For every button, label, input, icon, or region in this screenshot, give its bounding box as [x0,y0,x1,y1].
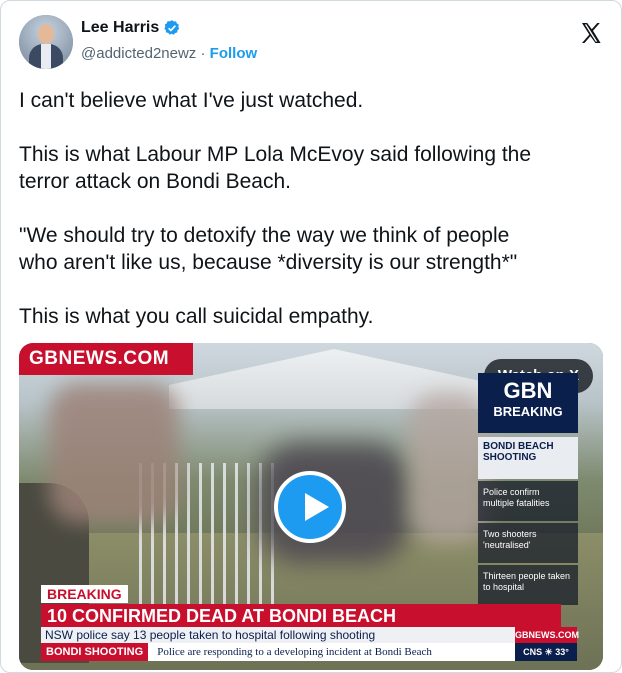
gbn-sidebar: GBN BREAKING BONDI BEACH SHOOTING Police… [478,373,578,605]
verified-badge-icon [164,20,180,35]
tweet-header: Lee Harris @addicted2newz · Follow [19,15,609,71]
tweet-text: I can't believe what I've just watched. … [19,87,609,357]
news-headline: 10 CONFIRMED DEAD AT BONDI BEACH [41,604,561,628]
breaking-tag: BREAKING [41,585,128,603]
lower-third: BREAKING 10 CONFIRMED DEAD AT BONDI BEAC… [41,585,561,628]
strip-text: Police are responding to a developing in… [157,646,432,658]
news-ticker: NSW police say 13 people taken to hospit… [41,627,535,643]
x-logo-icon[interactable] [579,21,603,45]
author-name[interactable]: Lee Harris [81,19,159,37]
side-story-item: Two shooters 'neutralised' [478,523,578,563]
avatar[interactable] [19,15,73,69]
video-player[interactable]: GBNEWS.COM Watch on X GBN BREAKING BONDI… [19,343,603,670]
play-icon[interactable] [274,471,346,543]
gbn-breaking-logo: GBN BREAKING [478,373,578,433]
author-handle-row: @addicted2newz · Follow [81,45,257,62]
follow-button[interactable]: Follow [210,45,258,62]
side-story-item: Police confirm multiple fatalities [478,481,578,521]
tweet-paragraph: This is what you call suicidal empathy. [19,305,374,328]
strip-tag: BONDI SHOOTING [41,643,149,661]
site-label: GBNEWS.COM [515,627,579,643]
news-strip: BONDI SHOOTING Police are responding to … [41,643,531,661]
gbnews-brand-label: GBNEWS.COM [19,343,193,375]
author-handle[interactable]: @addicted2newz [81,45,196,62]
tweet-paragraph: "We should try to detoxify the way we th… [19,224,518,274]
tweet-card: Lee Harris @addicted2newz · Follow I can… [0,0,622,673]
side-story-title: BONDI BEACH SHOOTING [478,437,578,479]
author-name-row: Lee Harris [81,19,181,37]
tweet-paragraph: This is what Labour MP Lola McEvoy said … [19,143,532,193]
weather-label: CNS ☀ 33° [515,643,577,661]
tweet-paragraph: I can't believe what I've just watched. [19,89,364,112]
gbn-logo-text: GBN [503,378,553,403]
gbn-breaking-text: BREAKING [493,404,563,419]
handle-separator: · [200,45,206,62]
